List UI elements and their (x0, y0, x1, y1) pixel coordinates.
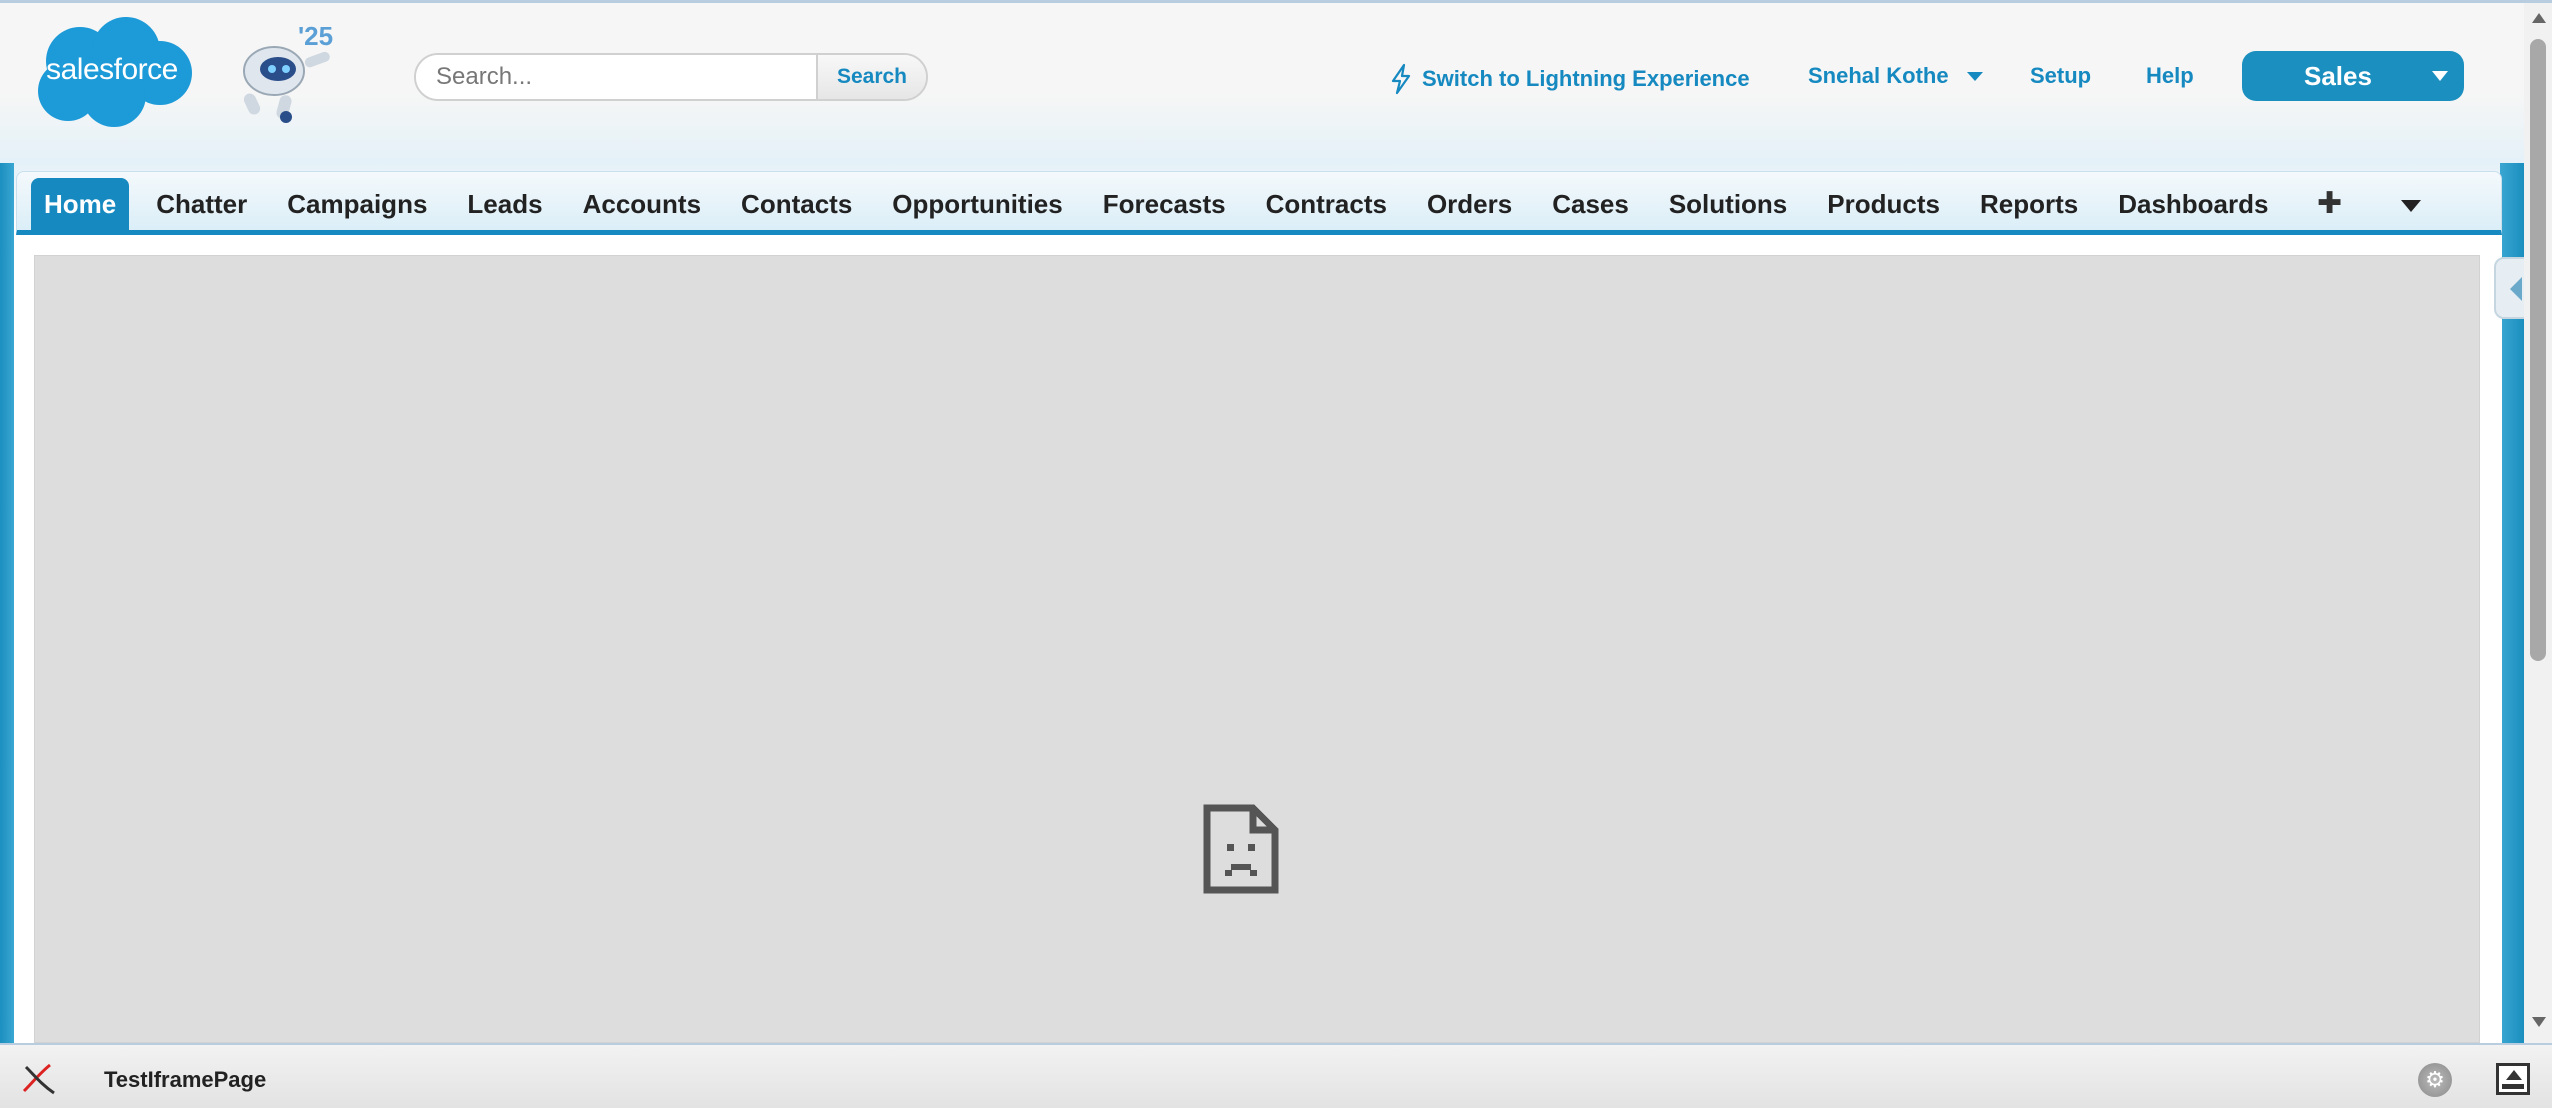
developer-footer: TestIframePage ⚙ (0, 1043, 2552, 1108)
app-switcher[interactable]: Sales (2242, 51, 2464, 101)
tab-reports[interactable]: Reports (1967, 178, 2091, 231)
tab-home[interactable]: Home (31, 178, 130, 231)
expand-panel-icon[interactable] (2496, 1063, 2530, 1095)
release-mascot: '25 (226, 19, 346, 127)
lightning-bolt-icon (1391, 63, 1411, 95)
tab-leads[interactable]: Leads (454, 178, 555, 231)
iframe-error-area (34, 255, 2480, 1043)
sad-document-icon (1203, 804, 1279, 894)
help-link[interactable]: Help (2146, 63, 2194, 89)
tab-cases[interactable]: Cases (1539, 178, 1642, 231)
tab-forecasts[interactable]: Forecasts (1090, 178, 1239, 231)
search-button[interactable]: Search (816, 55, 926, 99)
setup-link[interactable]: Setup (2030, 63, 2091, 89)
tab-campaigns[interactable]: Campaigns (274, 178, 440, 231)
tab-opportunities[interactable]: Opportunities (879, 178, 1075, 231)
user-menu[interactable]: Snehal Kothe (1808, 63, 1983, 89)
chevron-left-icon (2510, 277, 2522, 301)
more-tabs-chevron-icon[interactable] (2401, 200, 2421, 212)
search-input[interactable] (416, 55, 816, 99)
tab-list: Home Chatter Campaigns Leads Accounts Co… (31, 178, 2295, 236)
salesforce-classic-window: salesforce '25 Search Switch to Lightnin… (0, 0, 2552, 1108)
page-name: TestIframePage (104, 1067, 267, 1092)
content-panel (16, 235, 2502, 1043)
tab-orders[interactable]: Orders (1414, 178, 1525, 231)
plus-icon[interactable]: ✚ (2317, 186, 2342, 221)
user-name: Snehal Kothe (1808, 63, 1949, 88)
app-switcher-label: Sales (2304, 60, 2372, 91)
tab-accounts[interactable]: Accounts (570, 178, 714, 231)
gear-icon[interactable]: ⚙ (2418, 1063, 2452, 1097)
lightning-link-label: Switch to Lightning Experience (1422, 66, 1750, 91)
global-search: Search (414, 53, 928, 101)
chevron-down-icon (2432, 71, 2448, 81)
tab-bar: Home Chatter Campaigns Leads Accounts Co… (16, 171, 2502, 235)
tab-solutions[interactable]: Solutions (1656, 178, 1800, 231)
switch-to-lightning-link[interactable]: Switch to Lightning Experience (1388, 63, 1750, 95)
tab-contacts[interactable]: Contacts (728, 178, 865, 231)
tab-chatter[interactable]: Chatter (143, 178, 260, 231)
left-decorative-band (0, 163, 14, 1043)
tab-contracts[interactable]: Contracts (1253, 178, 1400, 231)
logo-wordmark: salesforce (46, 53, 178, 86)
chevron-down-icon (1966, 71, 1983, 81)
tab-dashboards[interactable]: Dashboards (2105, 178, 2281, 231)
salesforce-logo[interactable]: salesforce (28, 15, 196, 131)
tab-products[interactable]: Products (1814, 178, 1953, 231)
scrollbar-thumb[interactable] (2530, 39, 2546, 661)
tray-bar (2502, 1084, 2524, 1089)
scroll-down-arrow-icon[interactable] (2532, 1017, 2546, 1027)
x-logo-icon[interactable] (20, 1061, 58, 1097)
release-year: '25 (298, 21, 334, 51)
vertical-scrollbar[interactable] (2524, 3, 2552, 1043)
arrow-up-icon (2506, 1070, 2522, 1080)
scroll-up-arrow-icon[interactable] (2532, 13, 2546, 23)
